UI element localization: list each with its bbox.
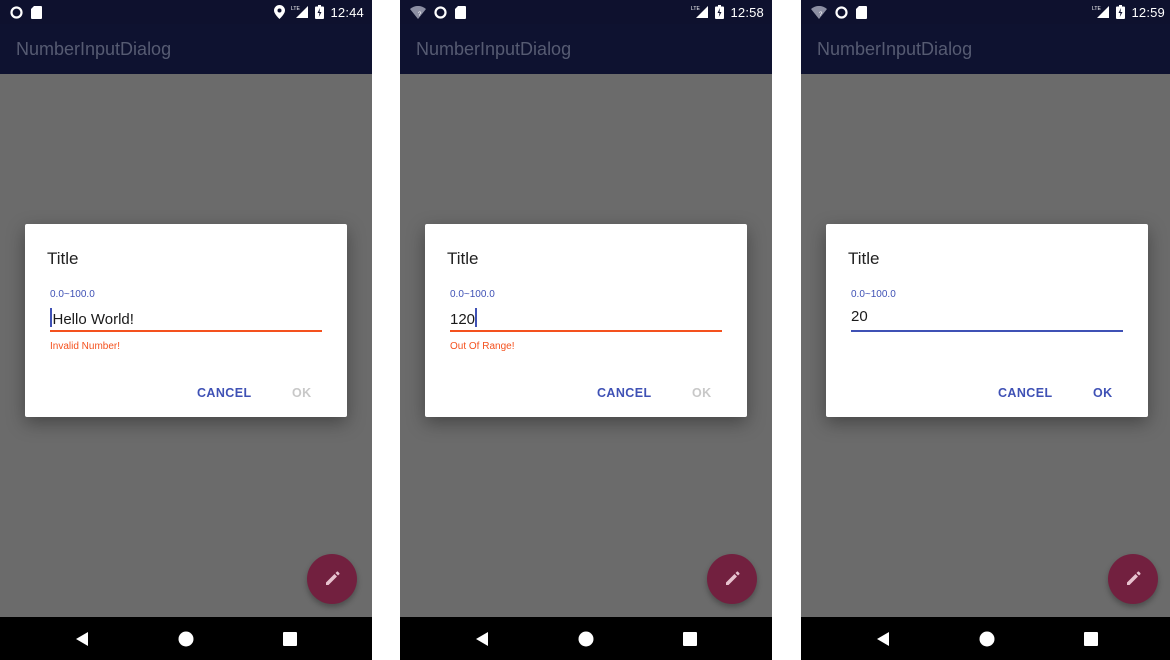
- recents-icon[interactable]: [1081, 629, 1101, 649]
- status-bar: ? LTE 12:58: [400, 0, 772, 24]
- pencil-icon: [324, 571, 340, 587]
- dialog-title: Title: [447, 249, 479, 268]
- recents-icon[interactable]: [280, 629, 300, 649]
- battery-charging-icon: [715, 5, 725, 19]
- input-range-hint: 0.0~100.0: [50, 289, 95, 300]
- text-cursor: [50, 308, 52, 327]
- input-underline: [450, 330, 722, 332]
- status-time: 12:58: [730, 4, 764, 20]
- navigation-bar: [400, 617, 772, 660]
- cancel-button[interactable]: CANCEL: [998, 386, 1052, 400]
- edit-fab-button[interactable]: [307, 554, 357, 604]
- app-title: NumberInputDialog: [16, 39, 172, 59]
- ok-button[interactable]: OK: [292, 386, 312, 400]
- lte-signal-icon: LTE: [291, 5, 309, 19]
- input-value: 120: [450, 311, 476, 328]
- app-bar: NumberInputDialog: [801, 24, 1170, 74]
- wifi-unknown-icon: ?: [410, 5, 426, 19]
- pencil-icon: [1125, 571, 1141, 587]
- home-icon[interactable]: [977, 629, 997, 649]
- input-range-hint: 0.0~100.0: [450, 289, 495, 300]
- lte-signal-icon: LTE: [1092, 5, 1110, 19]
- edit-fab-button[interactable]: [707, 554, 757, 604]
- status-time: 12:59: [1131, 4, 1165, 20]
- error-message: Out Of Range!: [450, 341, 515, 352]
- phone-screen-2: ? LTE 12:58 NumberInputDialog Title 0.0~…: [400, 0, 772, 660]
- app-bar: NumberInputDialog: [0, 24, 372, 74]
- dialog-title: Title: [848, 249, 880, 268]
- back-icon[interactable]: [72, 629, 92, 649]
- input-value-wrapper: 120: [450, 308, 477, 328]
- recents-icon[interactable]: [680, 629, 700, 649]
- number-input-field[interactable]: 120: [450, 307, 722, 333]
- number-input-field[interactable]: 20: [851, 307, 1123, 333]
- cancel-button[interactable]: CANCEL: [597, 386, 651, 400]
- number-input-dialog: Title 0.0~100.0 20 CANCEL OK: [826, 224, 1148, 417]
- home-icon[interactable]: [576, 629, 596, 649]
- input-underline: [50, 330, 322, 332]
- back-icon[interactable]: [873, 629, 893, 649]
- cancel-button[interactable]: CANCEL: [197, 386, 251, 400]
- input-range-hint: 0.0~100.0: [851, 289, 896, 300]
- back-icon[interactable]: [472, 629, 492, 649]
- phone-screen-1: LTE 12:44 NumberInputDialog Title 0.0~10…: [0, 0, 372, 660]
- input-value: Hello World!: [52, 311, 134, 328]
- wifi-unknown-icon: ?: [811, 5, 827, 19]
- battery-charging-icon: [1116, 5, 1126, 19]
- svg-text:LTE: LTE: [691, 6, 700, 12]
- phone-screen-3: ? LTE 12:59 NumberInputDialog Title 0.0~…: [801, 0, 1170, 660]
- svg-text:LTE: LTE: [291, 6, 300, 12]
- sd-card-icon: [455, 5, 466, 19]
- ok-button[interactable]: OK: [692, 386, 712, 400]
- input-value-wrapper: Hello World!: [50, 308, 134, 328]
- pencil-icon: [724, 571, 740, 587]
- circle-icon: [835, 5, 848, 19]
- navigation-bar: [0, 617, 372, 660]
- text-cursor: [475, 308, 477, 327]
- lte-signal-icon: LTE: [691, 5, 709, 19]
- input-underline: [851, 330, 1123, 332]
- circle-icon: [434, 5, 447, 19]
- dialog-title: Title: [47, 249, 79, 268]
- number-input-dialog: Title 0.0~100.0 120 Out Of Range! CANCEL…: [425, 224, 747, 417]
- app-title: NumberInputDialog: [817, 39, 973, 59]
- battery-charging-icon: [315, 5, 325, 19]
- app-title: NumberInputDialog: [416, 39, 572, 59]
- app-bar: NumberInputDialog: [400, 24, 772, 74]
- status-bar: ? LTE 12:59: [801, 0, 1170, 24]
- error-message: Invalid Number!: [50, 341, 121, 352]
- navigation-bar: [801, 617, 1170, 660]
- status-bar: LTE 12:44: [0, 0, 372, 24]
- home-icon[interactable]: [176, 629, 196, 649]
- circle-icon: [10, 5, 23, 19]
- number-input-field[interactable]: Hello World!: [50, 307, 322, 333]
- edit-fab-button[interactable]: [1108, 554, 1158, 604]
- number-input-dialog: Title 0.0~100.0 Hello World! Invalid Num…: [25, 224, 347, 417]
- status-time: 12:44: [330, 4, 364, 20]
- ok-button[interactable]: OK: [1093, 386, 1113, 400]
- location-pin-icon: [274, 5, 286, 19]
- svg-text:LTE: LTE: [1092, 6, 1101, 12]
- sd-card-icon: [856, 5, 867, 19]
- input-value: 20: [851, 308, 868, 325]
- sd-card-icon: [31, 5, 42, 19]
